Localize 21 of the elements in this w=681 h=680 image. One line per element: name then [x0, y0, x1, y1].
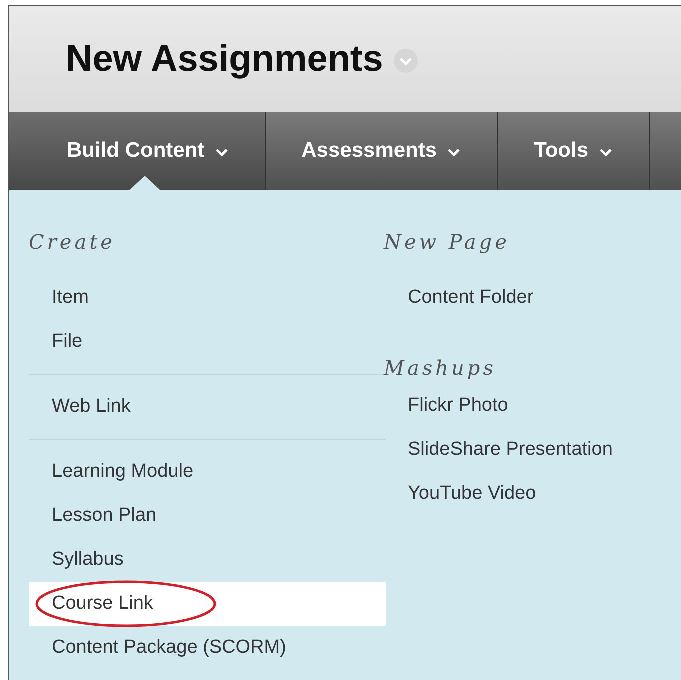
nav-tab[interactable]: Build Content: [9, 112, 266, 190]
chevron-down-icon[interactable]: [393, 48, 420, 74]
menu-item[interactable]: Item: [29, 276, 386, 320]
chevron-down-icon: [598, 148, 613, 158]
chevron-down-icon: [447, 148, 462, 158]
chevron-down-icon: [214, 148, 229, 158]
menu-item[interactable]: YouTube Video: [384, 472, 613, 516]
menu-item[interactable]: Course Link: [29, 582, 386, 626]
menu-item[interactable]: Flickr Photo: [384, 384, 613, 428]
menu-item[interactable]: Syllabus: [29, 538, 386, 582]
page-title: New Assignments: [66, 38, 384, 80]
menu-item[interactable]: Learning Module: [29, 450, 386, 494]
section-heading: Create: [29, 230, 116, 256]
menu-item[interactable]: Web Link: [29, 385, 386, 429]
menu-item[interactable]: File: [29, 320, 386, 364]
section-heading: New Page: [384, 230, 511, 256]
menu-item[interactable]: SlideShare Presentation: [384, 428, 613, 472]
menu-item[interactable]: Lesson Plan: [29, 494, 386, 538]
section-heading: Mashups: [384, 356, 498, 382]
menu-item[interactable]: Content Folder: [384, 276, 613, 320]
menu-item[interactable]: Content Package (SCORM): [29, 626, 386, 670]
